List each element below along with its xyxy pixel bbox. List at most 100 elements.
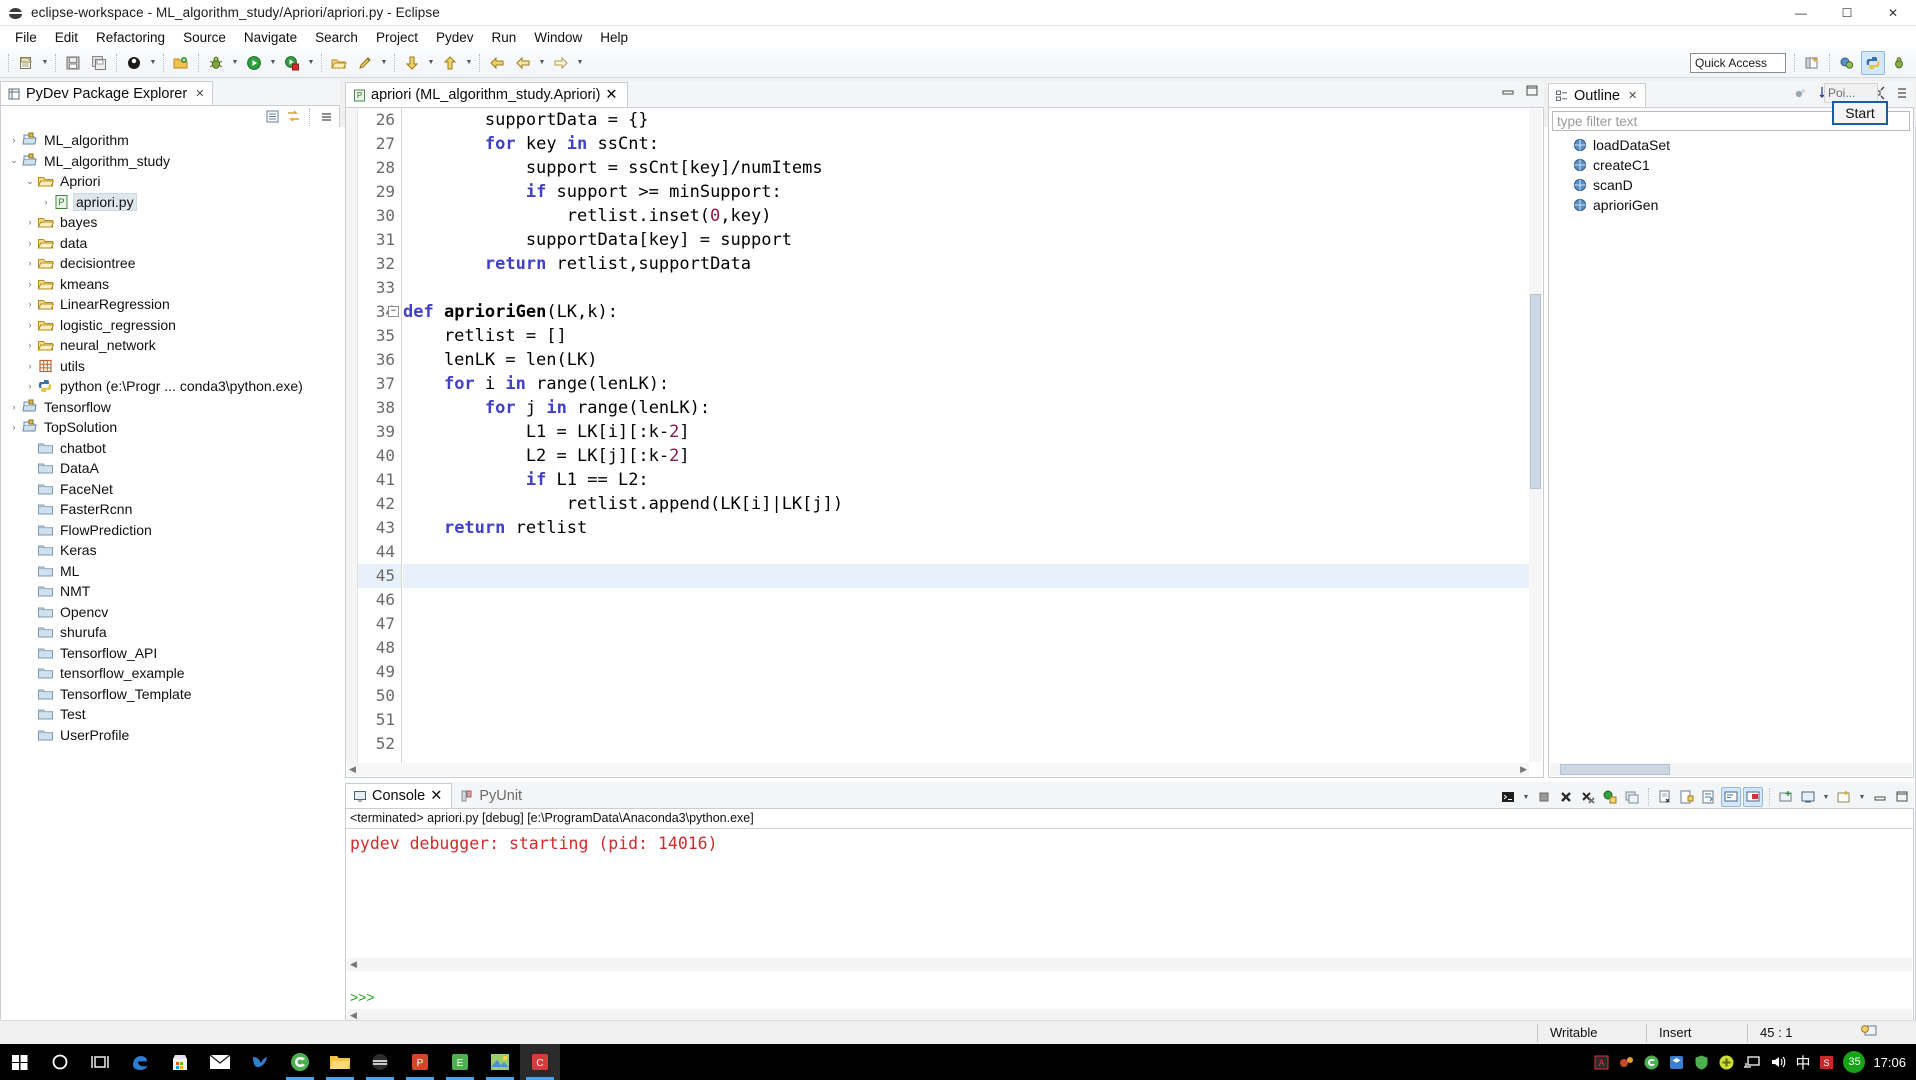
outline-item[interactable]: aprioriGen xyxy=(1549,195,1913,215)
minimize-editor-icon[interactable] xyxy=(1500,83,1516,99)
expander-icon[interactable]: › xyxy=(7,422,21,432)
minimize-console-icon[interactable] xyxy=(1870,787,1890,807)
close-icon[interactable]: ✕ xyxy=(605,87,617,103)
chevron-down-icon[interactable]: ▼ xyxy=(574,51,586,75)
up-arrow-icon[interactable] xyxy=(438,51,462,75)
volume-tray-icon[interactable] xyxy=(1769,1054,1787,1070)
code-line[interactable]: retlist.inset(0,key) xyxy=(403,204,1529,228)
open-perspective-icon[interactable] xyxy=(1800,51,1824,75)
down-arrow-icon[interactable] xyxy=(400,51,424,75)
tab-pyunit[interactable]: PyUnit xyxy=(452,783,532,808)
expander-icon[interactable]: › xyxy=(7,402,21,412)
collapse-all-icon[interactable] xyxy=(263,108,281,126)
code-line[interactable]: return retlist,supportData xyxy=(403,252,1529,276)
outline-item[interactable]: createC1 xyxy=(1549,155,1913,175)
hide-fields-icon[interactable] xyxy=(1793,86,1808,101)
open-console-icon[interactable] xyxy=(1743,787,1763,807)
close-icon[interactable]: ✕ xyxy=(1628,89,1637,102)
expander-icon[interactable]: › xyxy=(39,197,53,207)
code-line[interactable]: if support >= minSupport: xyxy=(403,180,1529,204)
console-output[interactable]: pydev debugger: starting (pid: 14016) xyxy=(346,830,1913,951)
link-with-editor-icon[interactable] xyxy=(284,108,302,126)
expander-icon[interactable]: › xyxy=(23,279,37,289)
code-line[interactable] xyxy=(403,588,1529,612)
start-button[interactable]: Start xyxy=(1832,101,1888,125)
right-arrow-icon[interactable] xyxy=(549,51,573,75)
eclipse-taskbar-icon[interactable] xyxy=(360,1044,400,1080)
chevron-down-icon[interactable]: ▼ xyxy=(536,51,548,75)
code-line[interactable] xyxy=(403,660,1529,684)
menu-search[interactable]: Search xyxy=(306,28,367,47)
code-line[interactable]: if L1 == L2: xyxy=(403,468,1529,492)
code-line[interactable]: def aprioriGen(LK,k): xyxy=(403,300,1529,324)
expander-icon[interactable]: › xyxy=(23,361,37,371)
show-console-icon[interactable] xyxy=(1721,787,1741,807)
browser-tray-icon[interactable] xyxy=(1643,1054,1660,1071)
code-line[interactable] xyxy=(403,540,1529,564)
outline-item[interactable]: scanD xyxy=(1549,175,1913,195)
menu-help[interactable]: Help xyxy=(591,28,637,47)
view-menu-icon[interactable] xyxy=(317,108,335,126)
scroll-lock-icon[interactable] xyxy=(1677,787,1697,807)
taskbar-clock[interactable]: 17:06 xyxy=(1873,1055,1906,1070)
fold-toggle-icon[interactable]: − xyxy=(388,306,399,317)
save-icon[interactable] xyxy=(61,51,85,75)
maximize-console-icon[interactable] xyxy=(1892,787,1912,807)
scrollbar-thumb[interactable] xyxy=(1530,294,1541,489)
editor-horizontal-scrollbar[interactable]: ◀ ▶ xyxy=(347,763,1529,776)
code-line[interactable]: L1 = LK[i][:k-2] xyxy=(403,420,1529,444)
tab-console[interactable]: Console ✕ xyxy=(345,783,453,808)
network-tray-icon[interactable] xyxy=(1743,1054,1761,1070)
outline-list[interactable]: loadDataSet createC1 scanD aprioriGen xyxy=(1549,135,1913,215)
expander-icon[interactable]: › xyxy=(23,320,37,330)
scrollbar-thumb[interactable] xyxy=(1560,764,1670,775)
snagit-tray-icon[interactable]: S xyxy=(1818,1054,1835,1071)
clear-console-icon[interactable] xyxy=(1655,787,1675,807)
cortana-search-icon[interactable] xyxy=(40,1044,80,1080)
shield-tray-icon[interactable] xyxy=(1693,1054,1710,1071)
scroll-left-icon[interactable]: ◀ xyxy=(349,764,356,775)
menu-edit[interactable]: Edit xyxy=(46,28,87,47)
code-line[interactable] xyxy=(403,612,1529,636)
display-console-icon[interactable] xyxy=(1798,787,1818,807)
view-menu-icon[interactable] xyxy=(1896,86,1908,100)
chevron-down-icon[interactable]: ▼ xyxy=(425,51,437,75)
console-scrollbar-upper[interactable]: ◀ xyxy=(347,958,1912,971)
chevron-down-icon[interactable]: ▼ xyxy=(267,51,279,75)
start-menu-icon[interactable] xyxy=(0,1044,40,1080)
show-console-when-output-icon[interactable] xyxy=(1600,787,1620,807)
remove-launch-icon[interactable] xyxy=(1556,787,1576,807)
expander-icon[interactable]: › xyxy=(23,217,37,227)
code-line[interactable]: supportData = {} xyxy=(403,108,1529,132)
notification-badge[interactable]: 35 xyxy=(1843,1051,1866,1073)
edge-icon[interactable] xyxy=(120,1044,160,1080)
code-line[interactable] xyxy=(403,732,1529,756)
chevron-down-icon[interactable]: ▼ xyxy=(378,51,390,75)
ant-tray-icon[interactable] xyxy=(1618,1054,1635,1071)
chevron-down-icon[interactable]: ▼ xyxy=(463,51,475,75)
minimize-button[interactable]: — xyxy=(1778,0,1824,26)
code-line[interactable]: for key in ssCnt: xyxy=(403,132,1529,156)
code-line[interactable] xyxy=(403,684,1529,708)
chevron-down-icon[interactable]: ▼ xyxy=(1520,785,1532,809)
perspective-debug-icon[interactable] xyxy=(1835,51,1859,75)
expander-icon[interactable]: › xyxy=(23,340,37,350)
remove-all-terminated-icon[interactable] xyxy=(1578,787,1598,807)
expander-icon[interactable]: › xyxy=(23,238,37,248)
expander-icon[interactable]: ⌄ xyxy=(23,176,37,187)
open-console-dropdown-icon[interactable] xyxy=(1834,787,1854,807)
menu-refactoring[interactable]: Refactoring xyxy=(87,28,174,47)
close-button[interactable]: ✕ xyxy=(1870,0,1916,26)
menu-run[interactable]: Run xyxy=(483,28,526,47)
new-console-view-icon[interactable] xyxy=(1776,787,1796,807)
menu-pydev[interactable]: Pydev xyxy=(427,28,483,47)
perspective-pydev-icon[interactable] xyxy=(1861,51,1885,75)
run-green-icon[interactable] xyxy=(242,51,266,75)
back-arrow-icon[interactable] xyxy=(485,51,509,75)
code-line[interactable]: retlist.append(LK[i]|LK[j]) xyxy=(403,492,1529,516)
quick-access-input[interactable]: Quick Access xyxy=(1690,53,1786,73)
expander-icon[interactable]: › xyxy=(23,381,37,391)
menu-window[interactable]: Window xyxy=(525,28,591,47)
code-line[interactable] xyxy=(403,636,1529,660)
mail-icon[interactable] xyxy=(200,1044,240,1080)
